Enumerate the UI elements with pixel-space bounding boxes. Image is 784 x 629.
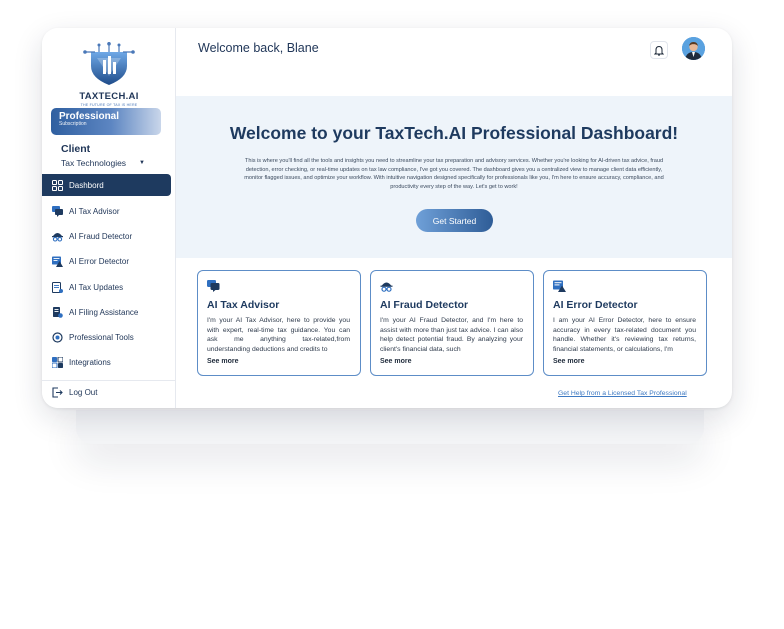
subscription-card[interactable]: Professional Subscription — [51, 108, 161, 135]
get-started-button[interactable]: Get Started — [416, 209, 493, 232]
sidebar-item-ai-tax-updates[interactable]: AI Tax Updates — [42, 275, 176, 300]
sidebar-item-ai-fraud-detector[interactable]: AI Fraud Detector — [42, 224, 176, 249]
see-more-link[interactable]: See more — [207, 358, 350, 365]
sidebar-item-label: Professional Tools — [69, 333, 134, 343]
sidebar-item-ai-filing-assistance[interactable]: AI Filing Assistance — [42, 300, 176, 325]
integrations-icon — [51, 357, 63, 369]
tools-icon — [51, 332, 63, 344]
chat-icon — [207, 280, 220, 292]
device-shadow — [76, 410, 704, 444]
sidebar-item-dashboard[interactable]: Dashbord — [42, 174, 171, 196]
alert-doc-icon — [553, 280, 566, 292]
stage: TAXTECH.AI THE FUTURE OF TAX IS HERE Pro… — [0, 0, 784, 629]
dashboard-icon — [51, 179, 63, 191]
logout-icon — [51, 386, 63, 398]
see-more-link[interactable]: See more — [380, 358, 523, 365]
hero-description: This is where you'll find all the tools … — [244, 158, 664, 190]
card-ai-fraud-detector[interactable]: AI Fraud Detector I'm your AI Fraud Dete… — [370, 270, 534, 376]
brand-logo[interactable]: TAXTECH.AI THE FUTURE OF TAX IS HERE — [78, 42, 140, 112]
sidebar-divider — [42, 380, 176, 381]
card-body: I am your AI Error Detector, here to ens… — [553, 317, 696, 353]
chat-icon — [51, 206, 63, 218]
detective-icon — [380, 282, 393, 292]
bell-icon — [654, 45, 664, 56]
help-link[interactable]: Get Help from a Licensed Tax Professiona… — [558, 390, 687, 397]
client-select[interactable]: Tax Technologies ▼ — [61, 157, 145, 169]
dashboard-window: TAXTECH.AI THE FUTURE OF TAX IS HERE Pro… — [42, 28, 732, 408]
sidebar-item-label: AI Tax Advisor — [69, 207, 120, 217]
welcome-hero: Welcome to your TaxTech.AI Professional … — [176, 96, 732, 258]
hero-title: Welcome to your TaxTech.AI Professional … — [229, 123, 679, 143]
see-more-link[interactable]: See more — [553, 358, 696, 365]
card-body: I'm your AI Fraud Detector, and I'm here… — [380, 317, 523, 353]
sidebar-item-professional-tools[interactable]: Professional Tools — [42, 325, 176, 350]
notifications-button[interactable] — [650, 41, 668, 59]
sidebar-item-ai-error-detector[interactable]: AI Error Detector — [42, 249, 176, 274]
sidebar-item-label: AI Tax Updates — [69, 282, 124, 292]
brand-name: TAXTECH.AI — [79, 91, 139, 102]
updates-icon — [51, 281, 63, 293]
client-selected-value: Tax Technologies — [61, 158, 127, 168]
card-title: AI Tax Advisor — [207, 299, 280, 311]
sidebar-item-label: AI Fraud Detector — [69, 232, 133, 242]
sidebar-item-label: AI Filing Assistance — [69, 307, 139, 317]
card-ai-tax-advisor[interactable]: AI Tax Advisor I'm your AI Tax Advisor, … — [197, 270, 361, 376]
user-avatar-icon — [682, 37, 705, 60]
logout-button[interactable]: Log Out — [51, 386, 97, 398]
sidebar: TAXTECH.AI THE FUTURE OF TAX IS HERE Pro… — [42, 28, 176, 408]
welcome-greeting: Welcome back, Blane — [198, 41, 319, 55]
sidebar-item-label: Dashbord — [69, 180, 104, 190]
avatar[interactable] — [682, 37, 705, 60]
alert-doc-icon — [51, 256, 63, 268]
sidebar-item-label: AI Error Detector — [69, 257, 130, 267]
sidebar-item-ai-tax-advisor[interactable]: AI Tax Advisor — [42, 199, 176, 224]
logout-label: Log Out — [69, 387, 98, 397]
chevron-down-icon: ▼ — [139, 160, 145, 166]
card-ai-error-detector[interactable]: AI Error Detector I am your AI Error Det… — [543, 270, 707, 376]
filing-icon — [51, 306, 63, 318]
sidebar-nav: Dashbord AI Tax Advisor AI Fraud Detecto… — [42, 174, 176, 375]
taxtech-logo-icon — [83, 42, 135, 85]
subscription-caption: Subscription — [59, 121, 87, 127]
brand-tagline: THE FUTURE OF TAX IS HERE — [80, 103, 138, 107]
card-title: AI Error Detector — [553, 299, 638, 311]
sidebar-item-integrations[interactable]: Integrations — [42, 350, 176, 375]
feature-cards: AI Tax Advisor I'm your AI Tax Advisor, … — [197, 270, 709, 377]
card-title: AI Fraud Detector — [380, 299, 469, 311]
client-label: Client — [61, 143, 91, 155]
main-content: Welcome back, Blane Welcome to your TaxT… — [176, 28, 732, 408]
sidebar-item-label: Integrations — [69, 358, 111, 368]
detective-icon — [51, 231, 63, 243]
card-body: I'm your AI Tax Advisor, here to provide… — [207, 317, 350, 353]
